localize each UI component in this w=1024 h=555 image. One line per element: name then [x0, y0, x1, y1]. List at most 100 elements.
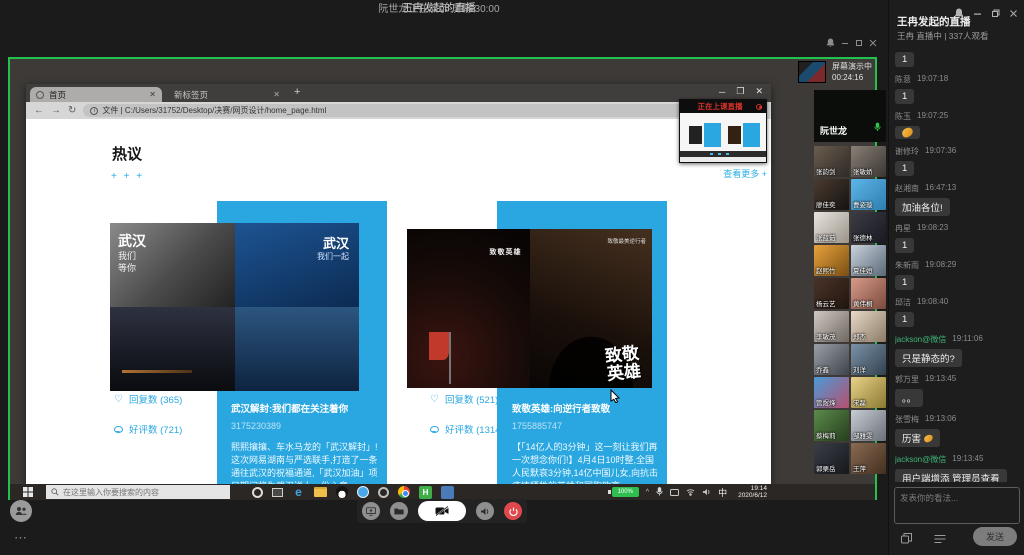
minimize-icon[interactable] — [973, 9, 982, 18]
participant-avatar[interactable]: 张德林 — [851, 212, 886, 243]
participant-avatar[interactable]: 刘洋 — [851, 344, 886, 375]
participant-avatar[interactable]: 管煜烽 — [814, 377, 849, 408]
participant-avatar[interactable]: 曹姿璇 — [851, 179, 886, 210]
chat-timestamp: 19:08:23 — [917, 223, 948, 234]
tab-close-icon[interactable]: ✕ — [149, 90, 156, 99]
chat-message-bubble: 1 — [895, 161, 914, 176]
pip-live-label: 正在上课直播 — [684, 101, 756, 112]
chat-timestamp: 19:13:45 — [925, 374, 956, 385]
touchpad-icon[interactable] — [670, 483, 679, 501]
mic-icon[interactable] — [656, 483, 663, 501]
participant-avatar[interactable]: 杨云艺 — [814, 278, 849, 309]
edge-icon[interactable]: e — [292, 486, 305, 499]
tab-close-icon[interactable]: ✕ — [273, 90, 280, 99]
chrome-icon[interactable] — [398, 486, 410, 498]
bell-icon[interactable] — [826, 38, 835, 47]
chat-message-meta: 陈玉19:07:25 — [895, 111, 1021, 122]
screen-share-status[interactable]: 屏幕演示中 00:24:16 — [798, 61, 872, 83]
participant-avatar[interactable]: 郑杰 — [851, 311, 886, 342]
participant-avatar[interactable]: 张蓝茹 — [814, 212, 849, 243]
file-explorer-icon[interactable] — [314, 487, 327, 497]
wuhan-photo-collage[interactable]: 武汉 我们 等你 武汉 我们一起 — [110, 223, 359, 391]
close-icon[interactable] — [869, 39, 877, 47]
participant-avatar[interactable]: 廖佳奕 — [814, 179, 849, 210]
taskbar-search-box[interactable] — [46, 485, 230, 499]
close-icon[interactable]: ✕ — [755, 86, 763, 97]
presenter-video-tile[interactable]: 阮世龙 — [814, 90, 886, 142]
participant-avatar[interactable]: 黄伟桐 — [851, 278, 886, 309]
chat-message-list[interactable]: 1陈意19:07:181陈玉19:07:25谢修玲19:07:361赵湘南16:… — [895, 52, 1021, 482]
chat-timestamp: 16:47:13 — [925, 183, 956, 194]
h-app-icon[interactable]: H — [419, 486, 432, 499]
paint-app-icon[interactable] — [441, 486, 454, 499]
poster-text: 等你 — [118, 261, 136, 274]
participant-avatar[interactable]: 赵熙竹 — [814, 245, 849, 276]
chat-message-meta: 张雪梅19:13:06 — [895, 414, 1021, 425]
participant-avatar[interactable]: 王萍 — [851, 443, 886, 474]
restore-icon[interactable] — [855, 39, 863, 47]
participant-avatar[interactable]: 蔡梅莉 — [814, 410, 849, 441]
participant-avatar[interactable]: 李敏茂 — [814, 311, 849, 342]
battery-icon[interactable]: 100% — [612, 487, 639, 497]
clock-icon[interactable] — [357, 486, 369, 498]
minimize-icon[interactable] — [841, 39, 849, 47]
taskbar-clock[interactable]: 19:14 2020/6/12 — [738, 485, 767, 499]
chat-input[interactable] — [894, 487, 1020, 524]
participant-avatar[interactable]: 郭栗岳 — [814, 443, 849, 474]
search-app-icon[interactable] — [378, 487, 389, 498]
reload-icon[interactable]: ↻ — [68, 105, 76, 116]
address-bar[interactable]: i 文件 | C:/Users/31752/Desktop/决赛/网页设计/ho… — [83, 104, 763, 117]
poster-text: 致敬英雄 — [490, 247, 522, 257]
see-more-link[interactable]: 查看更多 + — [723, 167, 767, 180]
card-title[interactable]: 武汉解封:我们都在关注着你 — [231, 401, 381, 415]
participant-avatar[interactable]: 张敏娇 — [851, 146, 886, 177]
end-stream-button[interactable] — [504, 502, 522, 520]
participant-avatar[interactable]: 张韵剑 — [814, 146, 849, 177]
tab-newtab[interactable]: 新标签页 ✕ — [168, 87, 286, 102]
participant-avatar[interactable]: 邹雅雯 — [851, 410, 886, 441]
network-icon[interactable] — [686, 483, 695, 501]
tray-chevron-icon[interactable]: ^ — [646, 489, 649, 496]
participant-avatar[interactable]: 宋磊 — [851, 377, 886, 408]
tab-home[interactable]: 首页 ✕ — [30, 87, 162, 102]
meeting-control-bar — [357, 499, 527, 523]
cortana-icon[interactable] — [252, 487, 263, 498]
send-button[interactable]: 发送 — [973, 527, 1017, 546]
speaker-button[interactable] — [476, 502, 494, 520]
chat-username: 陈意 — [895, 74, 911, 85]
live-record-icon — [756, 104, 762, 110]
share-file-button[interactable] — [390, 502, 408, 520]
speaker-icon[interactable] — [702, 483, 711, 501]
live-preview-mini-window[interactable]: 正在上课直播 — [679, 99, 767, 163]
share-timer: 00:24:16 — [832, 72, 872, 83]
camera-off-button[interactable] — [418, 501, 466, 521]
screen-share-thumbnail[interactable] — [798, 61, 826, 83]
list-view-icon[interactable] — [934, 531, 946, 549]
info-icon[interactable]: i — [90, 107, 98, 115]
chat-message-meta: 赵湘南16:47:13 — [895, 183, 1021, 194]
system-tray: 100% ^ 中 19:14 2020/6/12 — [612, 483, 767, 501]
new-tab-button[interactable]: + — [294, 86, 300, 98]
pip-preview — [680, 113, 766, 157]
share-screen-button[interactable] — [362, 502, 380, 520]
back-icon[interactable]: ← — [34, 105, 44, 116]
layout-toggle-icon[interactable] — [901, 531, 912, 549]
start-button[interactable] — [10, 484, 46, 500]
comment-icon — [430, 426, 439, 433]
forward-icon[interactable]: → — [51, 105, 61, 116]
participants-button[interactable] — [10, 500, 32, 522]
more-options-button[interactable]: ⋯ — [14, 530, 27, 546]
participant-avatar[interactable]: 夏佳姮 — [851, 245, 886, 276]
participant-avatar[interactable]: 乔鑫 — [814, 344, 849, 375]
card-title[interactable]: 致敬英雄:向逆行者致敬 — [512, 401, 662, 415]
restore-icon[interactable] — [991, 9, 1000, 18]
heroes-photo-collage[interactable]: 致敬英雄 致敬最美逆行者 致敬 英雄 — [407, 229, 652, 388]
qq-icon[interactable] — [336, 486, 348, 498]
close-icon[interactable] — [1009, 9, 1018, 18]
restore-icon[interactable]: ❐ — [736, 86, 744, 97]
minimize-icon[interactable]: ─ — [719, 87, 725, 97]
ime-indicator[interactable]: 中 — [718, 486, 727, 499]
browser-toolbar: ← → ↻ i 文件 | C:/Users/31752/Desktop/决赛/网… — [26, 102, 771, 119]
search-input[interactable] — [63, 488, 223, 497]
task-view-icon[interactable] — [272, 488, 283, 497]
